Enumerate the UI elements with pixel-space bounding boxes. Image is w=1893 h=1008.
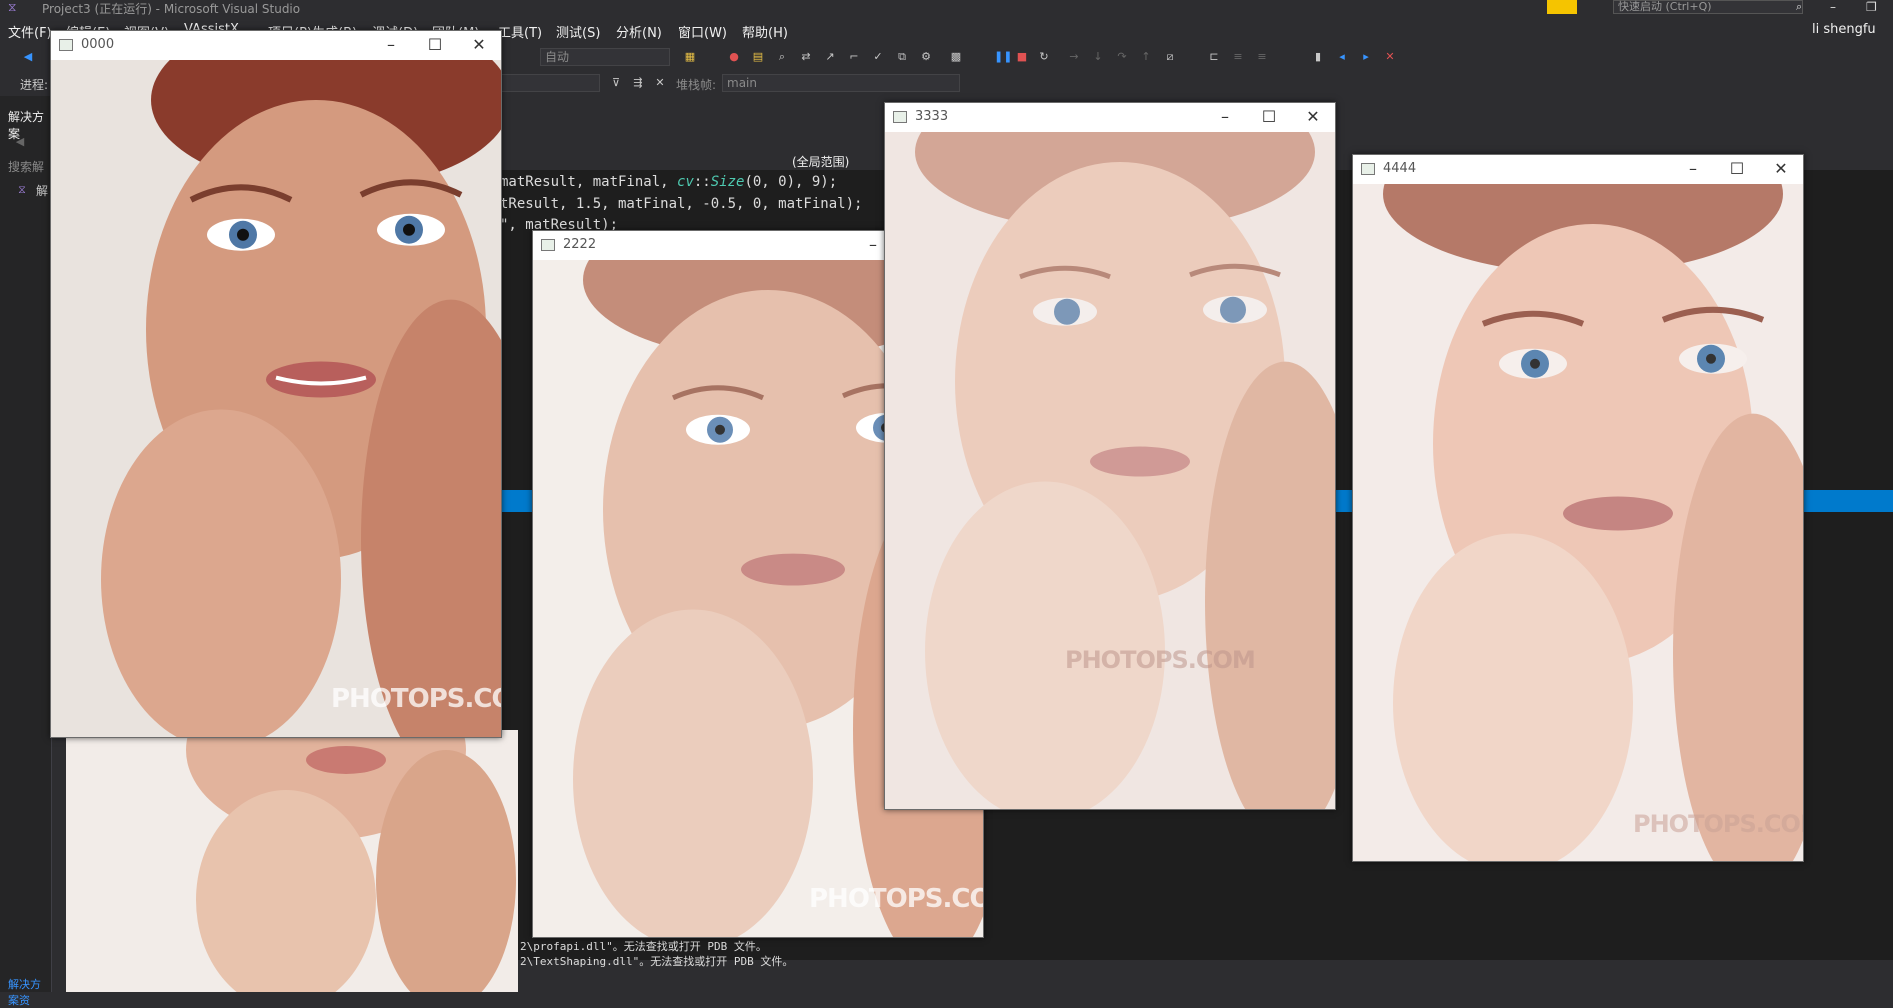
menu-window[interactable]: 窗口(W) [678,22,727,41]
window-app-icon [59,39,73,51]
stop-icon[interactable]: ■ [1016,51,1028,63]
maximize-button[interactable]: ☐ [1251,106,1287,128]
step-over-icon[interactable]: ↷ [1116,51,1128,63]
close-button[interactable]: ✕ [461,34,497,56]
options-icon[interactable]: ▩ [950,51,962,63]
portrait-photo [66,730,518,992]
quick-launch-input[interactable]: 快速启动 (Ctrl+Q) [1613,0,1803,14]
maximize-button[interactable]: ☐ [1719,158,1755,180]
maximize-button[interactable]: ☐ [417,34,453,56]
find-icon[interactable]: ⌕ [776,51,788,63]
window-caption[interactable]: 4444 – ☐ ✕ [1353,155,1803,184]
image-view: PHOTOPS.COM [51,60,501,737]
process-label: 进程: [20,78,49,92]
menu-analyze[interactable]: 分析(N) [616,22,662,41]
hex-icon[interactable]: ⧄ [1164,51,1176,63]
watermark-text: PHOTOPS.COM [1065,646,1256,674]
portrait-photo [51,60,501,737]
clear-bookmarks-icon[interactable]: ✕ [1384,51,1396,63]
format-icon[interactable]: ⊏ [1208,51,1220,63]
solution-search-input[interactable]: 搜索解 [8,158,44,175]
image-view: PHOTOPS.COM [1353,184,1803,861]
flag-icon[interactable]: ✕ [654,77,666,89]
window-app-icon [541,239,555,251]
bookmark-icon[interactable]: ▮ [1312,51,1324,63]
watermark-text: PHOTOPS.COM [1633,810,1803,838]
minimize-icon[interactable]: – [1830,0,1836,14]
window-caption[interactable]: 3333 – ☐ ✕ [885,103,1335,132]
settings-icon[interactable]: ⚙ [920,51,932,63]
menu-test[interactable]: 测试(S) [556,22,600,41]
solution-icon: ⧖ [18,183,26,196]
solution-tree-root[interactable]: 解 [36,182,48,199]
show-next-statement-icon[interactable]: → [1068,51,1080,63]
image-window-4444[interactable]: 4444 – ☐ ✕ PHOTOPS.COM [1352,154,1804,862]
solution-explorer-tab[interactable]: 解决方案资 [8,976,51,1008]
code-line[interactable]: tResult, 1.5, matFinal, -0.5, 0, matFina… [500,196,862,212]
code-line[interactable]: matResult, matFinal, cv::Size(0, 0), 9); [500,174,837,190]
back-nav-icon[interactable]: ◀ [14,136,26,148]
back-icon[interactable]: ◀ [22,51,34,63]
visual-studio-window: ⧖ Project3 (正在运行) - Microsoft Visual Stu… [0,0,1893,1007]
threads-icon[interactable]: ⇶ [632,77,644,89]
menu-tools[interactable]: 工具(T) [498,22,542,41]
window-title: 3333 [915,109,949,124]
step-into-icon[interactable]: ↓ [1092,51,1104,63]
step-icon[interactable]: ⇄ [800,51,812,63]
watermark-text: PHOTOPS.COM [809,884,983,914]
stack-frame-label: 堆栈帧: [676,78,717,92]
pause-icon[interactable]: ❚❚ [994,51,1012,63]
close-button[interactable]: ✕ [1295,106,1331,128]
solution-config-combo[interactable]: 自动 [540,48,670,66]
search-icon[interactable]: ⌕ [1796,0,1802,14]
navigate-icon[interactable]: ↗ [824,51,836,63]
image-view: PHOTOPS.COM [885,132,1335,809]
window-app-icon [1361,163,1375,175]
indent-icon[interactable]: ≡ [1232,51,1244,63]
window-caption[interactable]: 0000 – ☐ ✕ [51,31,501,60]
vs-title-bar: ⧖ Project3 (正在运行) - Microsoft Visual Stu… [0,0,1893,16]
notification-flag-icon[interactable] [1547,0,1577,14]
user-name[interactable]: li shengfu [1812,22,1876,37]
refactor-icon[interactable]: ✓ [872,51,884,63]
breakpoint-icon[interactable]: ● [728,51,740,63]
solution-explorer-panel: 解决方案 ◀ 搜索解 ⧖ 解 解决方案资 [0,96,52,1007]
minimize-button[interactable]: – [1675,158,1711,180]
open-icon[interactable]: ▤ [752,51,764,63]
close-button[interactable]: ✕ [1763,158,1799,180]
output-line: 2\profapi.dll"。无法查找或打开 PDB 文件。 [520,940,767,953]
scope-combo[interactable]: (全局范围) [792,153,849,170]
stack-frame-combo[interactable]: main [722,74,960,92]
step-out-icon[interactable]: ↑ [1140,51,1152,63]
menu-help[interactable]: 帮助(H) [742,22,788,41]
watermark-text: PHOTOPS.COM [331,684,501,714]
folder-icon[interactable]: ▦ [684,51,696,63]
bookmark-tool-icon[interactable]: ⌐ [848,51,860,63]
visual-studio-icon: ⧖ [8,0,17,14]
output-line: 2\TextShaping.dll"。无法查找或打开 PDB 文件。 [520,955,794,968]
background-image-view [66,730,518,992]
portrait-photo [885,132,1335,809]
portrait-photo [1353,184,1803,861]
filter-icon[interactable]: ⊽ [610,77,622,89]
minimize-button[interactable]: – [1207,106,1243,128]
prev-bookmark-icon[interactable]: ◂ [1336,51,1348,63]
window-app-icon [893,111,907,123]
layout-icon[interactable]: ⧉ [896,51,908,63]
outdent-icon[interactable]: ≡ [1256,51,1268,63]
restart-icon[interactable]: ↻ [1038,51,1050,63]
window-title: 0000 [81,37,115,52]
window-title: 4444 [1383,161,1417,176]
next-bookmark-icon[interactable]: ▸ [1360,51,1372,63]
image-window-3333[interactable]: 3333 – ☐ ✕ PHOTOPS.COM [884,102,1336,810]
minimize-button[interactable]: – [373,34,409,56]
thread-combo[interactable] [500,74,600,92]
restore-icon[interactable]: ❐ [1866,0,1877,14]
vs-window-title: Project3 (正在运行) - Microsoft Visual Studi… [42,2,301,16]
menu-file[interactable]: 文件(F) [8,22,52,41]
window-title: 2222 [563,237,597,252]
image-window-0000[interactable]: 0000 – ☐ ✕ PHOTOPS.C [50,30,502,738]
